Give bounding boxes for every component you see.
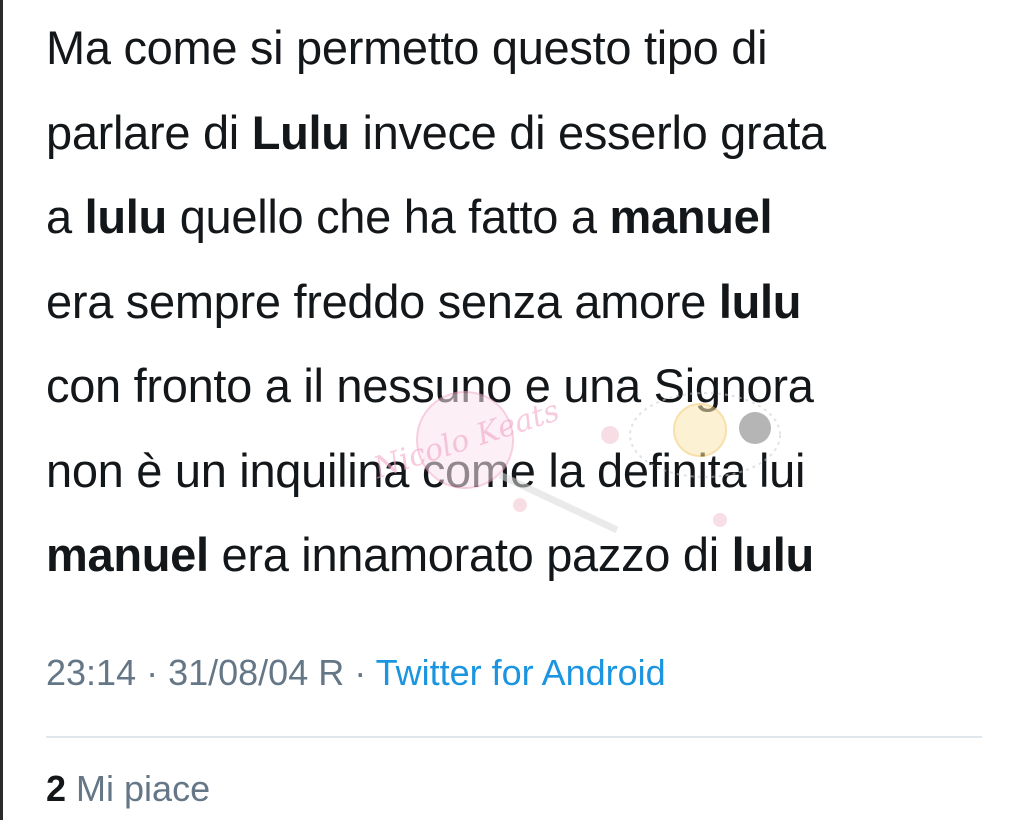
tweet-text-line: era sempre freddo senza amore lulu bbox=[46, 260, 996, 345]
tweet-text-bold: lulu bbox=[731, 528, 815, 581]
divider bbox=[46, 736, 982, 738]
tweet-text-line: a lulu quello che ha fatto a manuel bbox=[46, 175, 996, 260]
tweet: Ma come si permetto questo tipo di parlar… bbox=[46, 0, 996, 809]
tweet-text-line: non è un inquilina come la definita lui bbox=[46, 429, 996, 514]
tweet-text: Ma come si permetto questo tipo di parlar… bbox=[46, 0, 996, 598]
likes-count: 2 bbox=[46, 768, 67, 809]
tweet-meta: 23:14 · 31/08/04 R · Twitter for Android bbox=[46, 652, 666, 694]
tweet-text-bold: lulu bbox=[84, 190, 168, 243]
tweet-text-segment: invece di esserlo grata bbox=[349, 105, 826, 159]
tweet-text-bold: lulu bbox=[718, 274, 802, 328]
tweet-source-link[interactable]: Twitter for Android bbox=[376, 652, 666, 693]
tweet-text-segment: con fronto a il nessuno e una Signora bbox=[46, 359, 814, 412]
tweet-text-segment: parlare di bbox=[46, 105, 252, 159]
tweet-text-segment: quello che ha fatto a bbox=[166, 190, 610, 243]
window-left-border bbox=[0, 0, 3, 820]
tweet-text-segment: non è un inquilina come la definita lui bbox=[46, 443, 806, 497]
tweet-text-bold: manuel bbox=[46, 528, 209, 581]
tweet-text-bold: Lulu bbox=[251, 105, 350, 159]
tweet-text-line: parlare di Lulu invece di esserlo grata bbox=[46, 91, 996, 176]
tweet-text-segment: a bbox=[46, 190, 85, 243]
tweet-text-bold: manuel bbox=[609, 190, 773, 243]
likes-row[interactable]: 2 Mi piace bbox=[46, 768, 210, 810]
tweet-text-segment: Ma come si permetto questo tipo di bbox=[46, 21, 768, 74]
tweet-text-line: manuel era innamorato pazzo di lulu bbox=[46, 513, 996, 598]
tweet-text-segment: era sempre freddo senza amore bbox=[46, 274, 719, 328]
tweet-text-segment: era innamorato pazzo di bbox=[208, 528, 732, 581]
tweet-text-line: Ma come si permetto questo tipo di bbox=[46, 6, 996, 91]
tweet-timestamp[interactable]: 23:14 · 31/08/04 R · bbox=[46, 652, 376, 693]
likes-label: Mi piace bbox=[66, 768, 211, 809]
tweet-text-line: con fronto a il nessuno e una Signora bbox=[46, 344, 996, 429]
